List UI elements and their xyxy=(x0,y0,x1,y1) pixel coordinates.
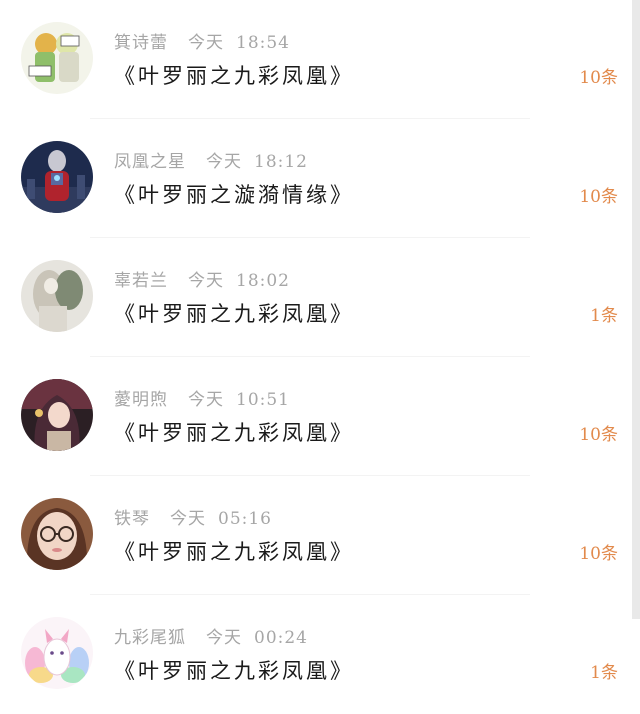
message-time: 18:02 xyxy=(236,271,290,291)
message-meta: 辜若兰 今天 18:02 xyxy=(114,266,290,291)
message-count: 10条 xyxy=(579,544,618,564)
message-meta: 凤凰之星 今天 18:12 xyxy=(114,147,308,172)
list-item[interactable]: 铁琴 今天 05:16 《叶罗丽之九彩凤凰》 10条 xyxy=(0,476,632,595)
message-time: 05:16 xyxy=(218,509,272,529)
anime-duo-avatar[interactable] xyxy=(21,22,93,94)
message-list: 箕诗蕾 今天 18:54 《叶罗丽之九彩凤凰》 10条 凤凰之星 今天 18:12 《叶… xyxy=(0,0,640,709)
glasses-girl-avatar[interactable] xyxy=(21,498,93,570)
sender-name: 九彩尾狐 xyxy=(114,628,186,648)
message-count: 10条 xyxy=(579,68,618,88)
message-day: 今天 xyxy=(188,390,224,410)
message-day: 今天 xyxy=(170,509,206,529)
list-item[interactable]: 箕诗蕾 今天 18:54 《叶罗丽之九彩凤凰》 10条 xyxy=(0,0,632,119)
scrollbar[interactable] xyxy=(632,0,640,619)
message-count: 1条 xyxy=(590,663,618,683)
message-count: 10条 xyxy=(579,425,618,445)
anime-girl-avatar[interactable] xyxy=(21,379,93,451)
list-item[interactable]: 薆明煦 今天 10:51 《叶罗丽之九彩凤凰》 10条 xyxy=(0,357,632,476)
story-title: 《叶罗丽之九彩凤凰》 xyxy=(114,302,354,326)
message-meta: 箕诗蕾 今天 18:54 xyxy=(114,28,290,53)
message-count: 1条 xyxy=(590,306,618,326)
message-count: 10条 xyxy=(579,187,618,207)
message-meta: 薆明煦 今天 10:51 xyxy=(114,385,290,410)
faded-portrait-avatar[interactable] xyxy=(21,260,93,332)
message-day: 今天 xyxy=(206,152,242,172)
story-title: 《叶罗丽之漩漪情缘》 xyxy=(114,183,354,207)
sender-name: 薆明煦 xyxy=(114,390,168,410)
message-meta: 铁琴 今天 05:16 xyxy=(114,504,272,529)
story-title: 《叶罗丽之九彩凤凰》 xyxy=(114,64,354,88)
list-item[interactable]: 九彩尾狐 今天 00:24 《叶罗丽之九彩凤凰》 1条 xyxy=(0,595,632,714)
list-item[interactable]: 凤凰之星 今天 18:12 《叶罗丽之漩漪情缘》 10条 xyxy=(0,119,632,238)
message-time: 18:12 xyxy=(254,152,308,172)
sender-name: 凤凰之星 xyxy=(114,152,186,172)
story-title: 《叶罗丽之九彩凤凰》 xyxy=(114,421,354,445)
message-time: 10:51 xyxy=(236,390,290,410)
story-title: 《叶罗丽之九彩凤凰》 xyxy=(114,540,354,564)
message-time: 00:24 xyxy=(254,628,308,648)
story-title: 《叶罗丽之九彩凤凰》 xyxy=(114,659,354,683)
message-time: 18:54 xyxy=(236,33,290,53)
sender-name: 铁琴 xyxy=(114,509,150,529)
message-day: 今天 xyxy=(206,628,242,648)
message-day: 今天 xyxy=(188,271,224,291)
message-day: 今天 xyxy=(188,33,224,53)
message-meta: 九彩尾狐 今天 00:24 xyxy=(114,623,308,648)
list-item[interactable]: 辜若兰 今天 18:02 《叶罗丽之九彩凤凰》 1条 xyxy=(0,238,632,357)
sender-name: 辜若兰 xyxy=(114,271,168,291)
sender-name: 箕诗蕾 xyxy=(114,33,168,53)
nine-tail-fox-avatar[interactable] xyxy=(21,617,93,689)
ultraman-avatar[interactable] xyxy=(21,141,93,213)
